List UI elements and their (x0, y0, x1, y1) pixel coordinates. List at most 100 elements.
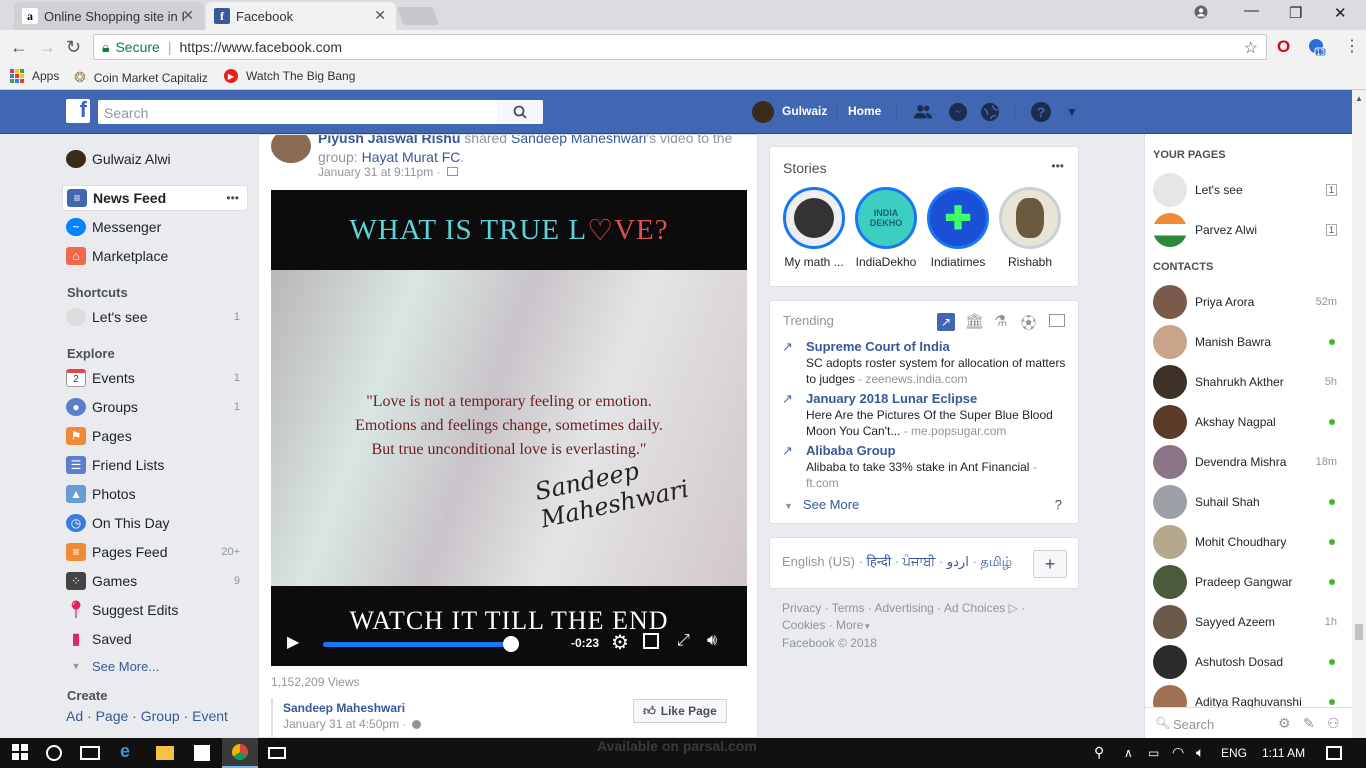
trending-item[interactable]: ↗ Alibaba Group Alibaba to take 33% stak… (782, 443, 1072, 491)
close-icon[interactable]: ✕ (374, 7, 386, 24)
sports-icon[interactable]: ⚽︎ (1021, 312, 1036, 333)
page-name-link[interactable]: Sandeep Maheshwari (283, 701, 405, 715)
messenger-icon[interactable] (948, 102, 968, 122)
create-event-link[interactable]: Event (192, 708, 228, 724)
contact-row[interactable]: Pradeep Gangwar (1153, 562, 1345, 602)
see-more-link[interactable]: ▼ See More... (62, 653, 248, 679)
ad-choices-icon[interactable]: ▷ (1009, 601, 1018, 615)
add-language-button[interactable]: + (1033, 550, 1067, 578)
sidebar-item-news-feed[interactable]: ≡ News Feed ••• (62, 185, 248, 211)
extension-icon[interactable]: 13 (1308, 38, 1327, 57)
clock[interactable]: 1:11 AM (1262, 746, 1305, 760)
sidebar-item-on-this-day[interactable]: ◷ On This Day (62, 510, 248, 536)
create-ad-link[interactable]: Ad (66, 708, 83, 724)
wifi-icon[interactable]: ◠ (1172, 744, 1184, 761)
sidebar-item-pages[interactable]: ⚑ Pages (62, 423, 248, 449)
store-icon[interactable] (194, 745, 210, 761)
window-close-icon[interactable]: ✕ (1334, 4, 1347, 22)
account-dropdown-icon[interactable]: ▼ (1066, 105, 1078, 119)
footer-link[interactable]: Ad Choices (944, 601, 1005, 615)
create-group-link[interactable]: Group (141, 708, 180, 724)
sidebar-item-friend-lists[interactable]: ☰ Friend Lists (62, 452, 248, 478)
reload-icon[interactable]: ↻ (66, 37, 81, 58)
forward-icon[interactable]: → (38, 37, 56, 58)
new-tab-button[interactable] (396, 7, 440, 25)
task-view-icon[interactable] (80, 746, 100, 760)
video-player[interactable]: WHAT IS TRUE L ♡ VE? "Love is not a tempor… (271, 190, 747, 666)
scrollbar-thumb[interactable] (1355, 624, 1363, 640)
windows-start-icon[interactable] (12, 744, 28, 763)
entertainment-icon[interactable] (1049, 314, 1065, 327)
cortana-icon[interactable] (46, 745, 62, 761)
menu-icon[interactable]: ⋮ (1344, 36, 1360, 56)
bookmark-coinmarketcap[interactable]: ❂ Coin Market Capitaliz (74, 69, 208, 86)
sidebar-item-messenger[interactable]: ~ Messenger (62, 214, 248, 240)
language-link[interactable]: हिन्दी (867, 554, 892, 569)
author-avatar[interactable] (271, 135, 311, 163)
edge-icon[interactable]: e (120, 741, 130, 762)
fullscreen-icon[interactable]: ⤢ (677, 632, 690, 650)
contact-row[interactable]: Shahrukh Akther 5h (1153, 362, 1345, 402)
file-explorer-icon[interactable] (156, 746, 174, 760)
settings-gear-icon[interactable]: ⚙ (611, 630, 629, 655)
search-input[interactable]: Search (98, 100, 543, 124)
footer-link[interactable]: Advertising (874, 601, 933, 615)
more-options-icon[interactable]: ••• (226, 191, 239, 205)
video-progress-bar[interactable] (323, 642, 512, 647)
bookmark-star-icon[interactable]: ☆ (1244, 38, 1258, 58)
facebook-logo-icon[interactable]: f (66, 97, 90, 123)
footer-link[interactable]: More (836, 618, 863, 632)
tab-facebook[interactable]: f Facebook ✕ (206, 2, 396, 30)
play-icon[interactable]: ▶ (287, 632, 299, 652)
scroll-up-icon[interactable]: ▲ (1355, 94, 1363, 103)
sidebar-item-saved[interactable]: ▮ Saved (62, 626, 248, 652)
footer-link[interactable]: Privacy (782, 601, 821, 615)
contact-row[interactable]: Devendra Mishra 18m (1153, 442, 1345, 482)
story-item[interactable]: ✚ Indiatimes (926, 187, 990, 269)
mail-icon[interactable] (268, 747, 286, 759)
story-item[interactable]: Rishabh (998, 187, 1062, 269)
footer-link[interactable]: Cookies (782, 618, 825, 632)
friend-requests-icon[interactable] (913, 102, 933, 122)
contact-row[interactable]: Ashutosh Dosad (1153, 642, 1345, 682)
politics-icon[interactable]: 🏛︎ (965, 312, 984, 330)
group-link[interactable]: Hayat Murat FC (362, 149, 461, 165)
story-item[interactable]: INDIA DEKHO IndiaDekho (854, 187, 918, 269)
page-row[interactable]: Let's see 1 (1153, 170, 1345, 210)
sidebar-item-marketplace[interactable]: ⌂ Marketplace (62, 243, 248, 269)
chevron-up-icon[interactable]: ∧ (1124, 746, 1133, 760)
restore-icon[interactable]: ❐ (1289, 4, 1302, 22)
bookmark-apps[interactable]: Apps (10, 69, 59, 83)
profile-link[interactable]: Gulwaiz (782, 104, 827, 118)
sidebar-item-suggest-edits[interactable]: 📍︎ Suggest Edits (62, 597, 248, 623)
sidebar-item-games[interactable]: ⁘ Games 9 (62, 568, 248, 594)
contact-row[interactable]: Manish Bawra (1153, 322, 1345, 362)
trending-item[interactable]: ↗ Supreme Court of India SC adopts roste… (782, 339, 1072, 387)
chrome-taskbar-button[interactable] (222, 738, 258, 768)
science-icon[interactable]: ⚗ (994, 312, 1007, 330)
page-row[interactable]: Parvez Alwi 1 (1153, 210, 1345, 250)
people-icon[interactable]: ⚲ (1094, 744, 1104, 761)
like-page-button[interactable]: 👍︎ Like Page (633, 699, 727, 723)
bookmark-bigbang[interactable]: ▶ Watch The Big Bang (224, 69, 355, 83)
minimize-icon[interactable]: — (1244, 2, 1259, 19)
notifications-globe-icon[interactable] (980, 102, 1000, 122)
contact-row[interactable]: Suhail Shah (1153, 482, 1345, 522)
page-scrollbar[interactable]: ▲ (1352, 90, 1366, 738)
author-link[interactable]: Piyush Jaiswal Rishu (318, 135, 460, 146)
trending-top-icon[interactable]: ↗ (937, 313, 955, 331)
create-page-link[interactable]: Page (96, 708, 129, 724)
help-icon[interactable]: ? (1055, 497, 1062, 512)
language-link[interactable]: اردو (947, 554, 969, 569)
help-icon[interactable]: ? (1031, 102, 1051, 122)
close-icon[interactable]: ✕ (182, 7, 194, 24)
compose-icon[interactable]: ✎ (1303, 715, 1315, 732)
volume-icon[interactable]: 🔊︎ (707, 632, 717, 650)
story-item[interactable]: My math ... (782, 187, 846, 269)
new-group-icon[interactable]: ⚇ (1327, 715, 1340, 732)
sidebar-item-lets-see[interactable]: Let's see 1 (62, 304, 248, 330)
home-link[interactable]: Home (848, 104, 881, 118)
original-author-link[interactable]: Sandeep Maheshwari (511, 135, 646, 146)
avatar[interactable] (752, 101, 774, 123)
volume-icon[interactable]: 🔈︎ (1196, 744, 1204, 761)
